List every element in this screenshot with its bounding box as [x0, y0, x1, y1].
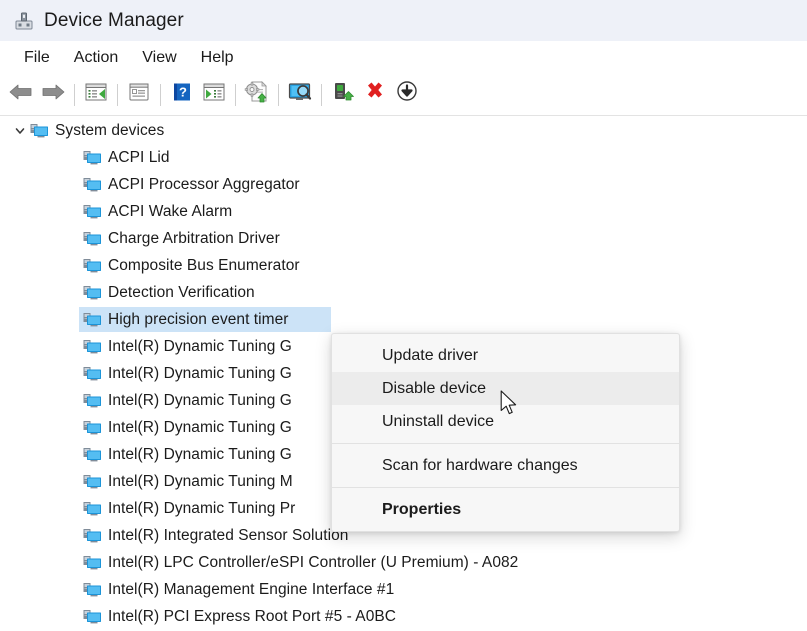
context-menu-separator [332, 487, 679, 488]
context-menu-separator [332, 443, 679, 444]
tree-row[interactable]: Intel(R) LPC Controller/eSPI Controller … [0, 549, 807, 576]
tree-label: High precision event timer [108, 310, 289, 328]
tree-label: Intel(R) LPC Controller/eSPI Controller … [108, 553, 519, 571]
tree-label: Intel(R) Integrated Sensor Solution [108, 526, 349, 544]
toolbar-uninstall-device[interactable] [359, 79, 391, 111]
device-node-icon [83, 312, 101, 328]
ctx-update-driver[interactable]: Update driver [332, 339, 679, 372]
tree-row[interactable]: Composite Bus Enumerator [0, 252, 807, 279]
tree-label: Intel(R) Dynamic Tuning M [108, 472, 293, 490]
device-node-icon [83, 447, 101, 463]
properties-icon [127, 81, 151, 108]
toolbar-properties[interactable] [123, 79, 155, 111]
tree-label: Detection Verification [108, 283, 255, 301]
toolbar-separator [74, 83, 75, 106]
tree-row[interactable]: Intel(R) Management Engine Interface #1 [0, 576, 807, 603]
menu-file[interactable]: File [12, 47, 62, 69]
scan-for-hardware-changes-icon [287, 81, 313, 108]
toolbar-forward[interactable] [37, 79, 69, 111]
context-menu[interactable]: Update driver Disable device Uninstall d… [331, 333, 680, 532]
menu-action[interactable]: Action [62, 47, 130, 69]
update-driver-icon [244, 80, 270, 109]
device-manager-icon [13, 10, 35, 32]
device-node-icon [83, 609, 101, 625]
tree-label: Intel(R) Dynamic Tuning G [108, 337, 292, 355]
tree-label: Intel(R) Dynamic Tuning Pr [108, 499, 296, 517]
tree-label: Intel(R) Dynamic Tuning G [108, 364, 292, 382]
disable-device-icon [395, 80, 419, 109]
tree-row-selected[interactable]: High precision event timer [0, 306, 807, 333]
toolbar-enable-device[interactable] [327, 79, 359, 111]
ctx-uninstall-device[interactable]: Uninstall device [332, 405, 679, 438]
device-node-icon [83, 177, 101, 193]
tree-row[interactable]: ACPI Wake Alarm [0, 198, 807, 225]
title-bar: Device Manager [0, 0, 807, 41]
device-node-icon [83, 501, 101, 517]
toolbar-show-hide-console-tree[interactable] [80, 79, 112, 111]
device-node-icon [83, 150, 101, 166]
svg-text:?: ? [179, 85, 187, 100]
tree-label: Composite Bus Enumerator [108, 256, 300, 274]
device-node-icon [83, 528, 101, 544]
tree-row[interactable]: ACPI Processor Aggregator [0, 171, 807, 198]
tree-row[interactable]: Intel(R) PCI Express Root Port #5 - A0BC [0, 603, 807, 630]
device-node-icon [30, 123, 48, 139]
device-node-icon [83, 231, 101, 247]
tree-label: ACPI Processor Aggregator [108, 175, 300, 193]
device-node-icon [83, 258, 101, 274]
tree-label: System devices [55, 121, 165, 139]
toolbar-separator [278, 83, 279, 106]
ctx-disable-device[interactable]: Disable device [332, 372, 679, 405]
toolbar: ? [0, 74, 807, 116]
device-node-icon [83, 555, 101, 571]
back-arrow-icon [8, 82, 34, 107]
ctx-scan-for-hardware-changes[interactable]: Scan for hardware changes [332, 449, 679, 482]
toolbar-separator [321, 83, 322, 106]
toolbar-disable-device[interactable] [391, 79, 423, 111]
toolbar-help[interactable]: ? [166, 79, 198, 111]
toolbar-back[interactable] [5, 79, 37, 111]
device-node-icon [83, 393, 101, 409]
show-hide-action-pane-icon [202, 81, 226, 108]
tree-label: Intel(R) PCI Express Root Port #5 - A0BC [108, 607, 396, 625]
device-manager-window: Device Manager File Action View Help ? S… [0, 0, 807, 631]
show-hide-console-tree-icon [84, 81, 108, 108]
chevron-down-icon[interactable] [10, 117, 30, 144]
menu-help[interactable]: Help [189, 47, 246, 69]
tree-label: Charge Arbitration Driver [108, 229, 280, 247]
device-node-icon [83, 420, 101, 436]
tree-label: Intel(R) Dynamic Tuning G [108, 391, 292, 409]
tree-label: Intel(R) Dynamic Tuning G [108, 445, 292, 463]
tree-row[interactable]: Charge Arbitration Driver [0, 225, 807, 252]
toolbar-update-driver[interactable] [241, 79, 273, 111]
tree-label: Intel(R) Management Engine Interface #1 [108, 580, 395, 598]
tree-label: ACPI Lid [108, 148, 170, 166]
device-node-icon [83, 366, 101, 382]
tree-row[interactable]: ACPI Lid [0, 144, 807, 171]
menu-bar: File Action View Help [0, 41, 807, 74]
device-node-icon [83, 582, 101, 598]
device-node-icon [83, 285, 101, 301]
toolbar-separator [160, 83, 161, 106]
forward-arrow-icon [40, 82, 66, 107]
tree-label: Intel(R) Dynamic Tuning G [108, 418, 292, 436]
ctx-properties[interactable]: Properties [332, 493, 679, 526]
help-icon: ? [171, 81, 193, 108]
window-title: Device Manager [44, 10, 184, 31]
toolbar-show-hide-action-pane[interactable] [198, 79, 230, 111]
tree-row-system-devices[interactable]: System devices [0, 117, 807, 144]
toolbar-separator [117, 83, 118, 106]
device-node-icon [83, 474, 101, 490]
device-node-icon [83, 204, 101, 220]
device-node-icon [83, 339, 101, 355]
toolbar-scan-for-hardware-changes[interactable] [284, 79, 316, 111]
toolbar-separator [235, 83, 236, 106]
tree-label: ACPI Wake Alarm [108, 202, 233, 220]
uninstall-device-icon [363, 80, 387, 109]
enable-device-icon [331, 80, 355, 109]
tree-row[interactable]: Detection Verification [0, 279, 807, 306]
menu-view[interactable]: View [130, 47, 188, 69]
